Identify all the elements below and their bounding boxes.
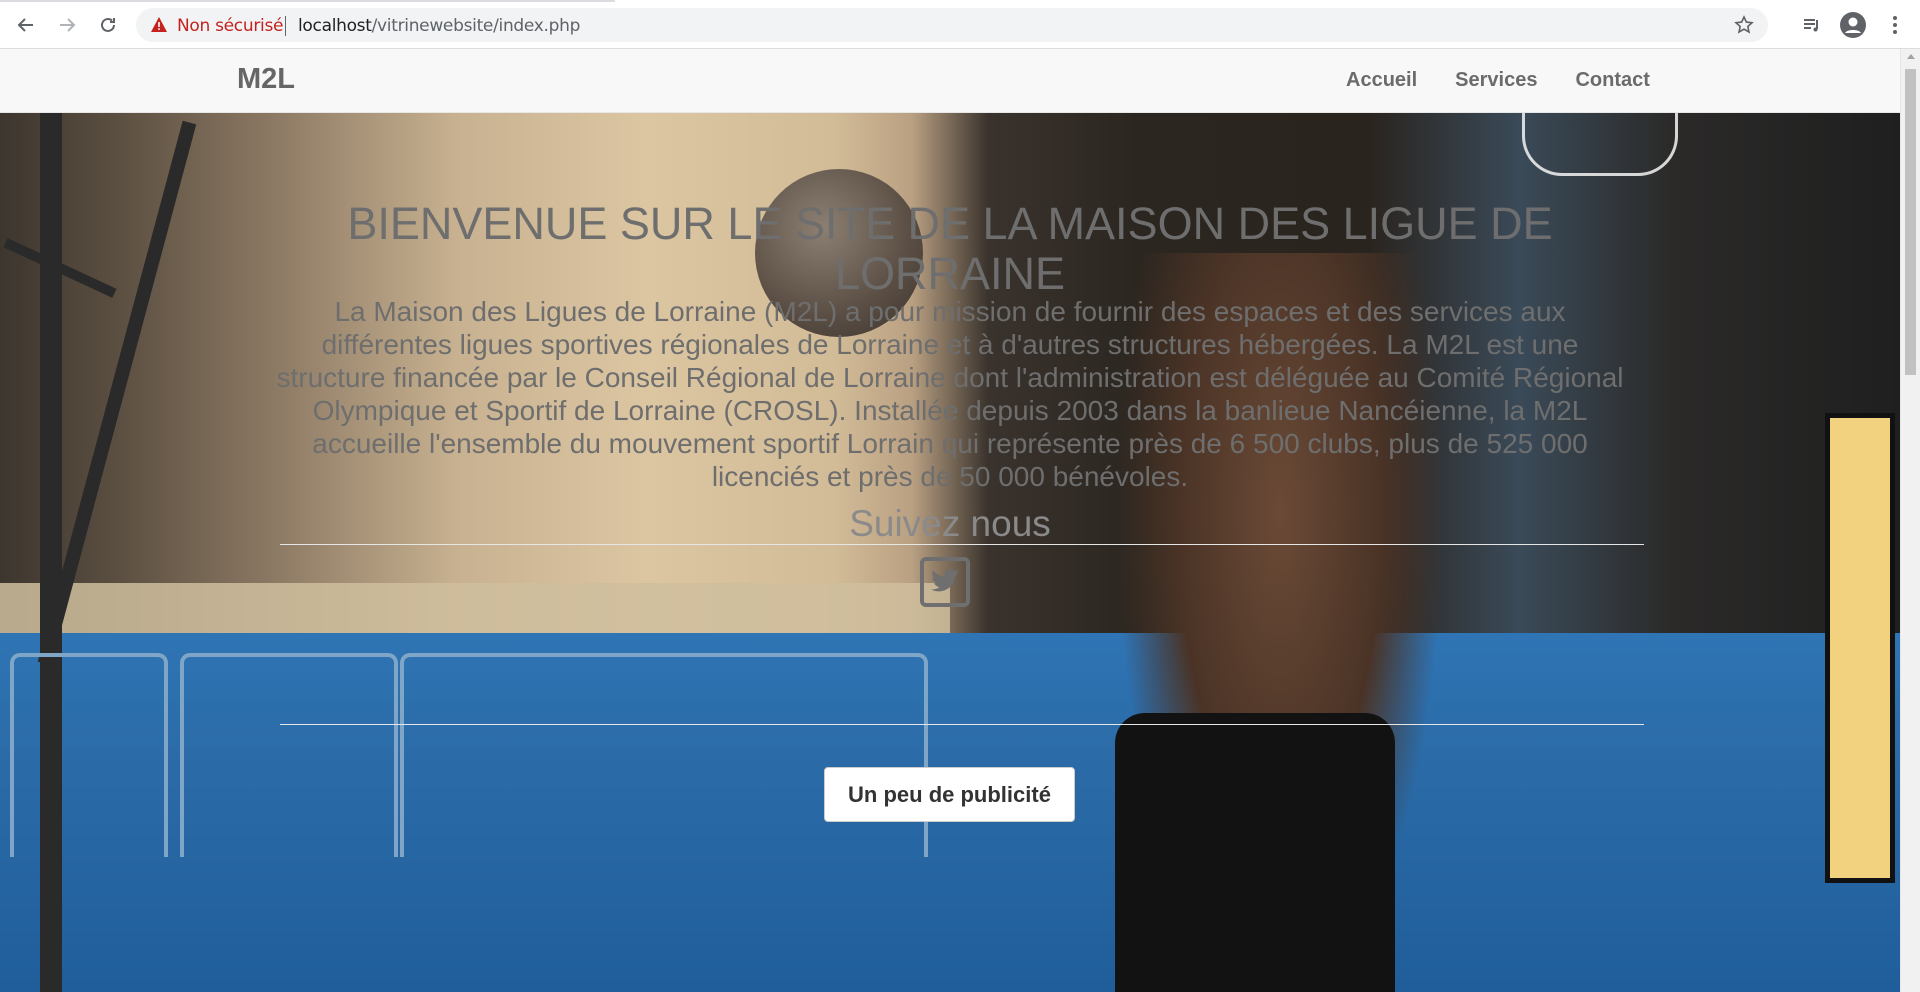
advertising-button[interactable]: Un peu de publicité [824,767,1075,822]
back-arrow-icon [17,18,33,32]
hero-headline: BIENVENUE SUR LE SITE DE LA MAISON DES L… [347,198,1553,299]
site-menu: Accueil Services Contact [1346,69,1650,92]
playlist-icon [1804,19,1818,32]
hero-section: BIENVENUE SUR LE SITE DE LA MAISON DES L… [0,113,1900,992]
twitter-icon [931,569,959,592]
hero-intro-text: La Maison des Ligues de Lorraine (M2L) a… [276,296,1624,492]
scroll-up-arrow-icon[interactable] [1907,54,1915,59]
warning-triangle-icon [151,17,167,32]
forward-arrow-icon [60,18,76,32]
profile-button[interactable] [1838,10,1868,40]
twitter-link[interactable] [920,557,970,607]
hero-content: BIENVENUE SUR LE SITE DE LA MAISON DES L… [0,113,1900,992]
omnibox-divider [285,16,286,36]
forward-button[interactable] [53,11,81,39]
account-circle-icon [1840,12,1866,38]
tab-strip-edge [0,0,615,2]
bookmark-star-icon[interactable] [1734,15,1754,35]
address-bar[interactable]: Non sécurisé localhost/vitrinewebsite/in… [136,8,1768,42]
nav-link-services[interactable]: Services [1455,69,1537,92]
browser-menu-button[interactable] [1880,10,1910,40]
url-text[interactable]: localhost/vitrinewebsite/index.php [298,16,580,36]
browser-toolbar: Non sécurisé localhost/vitrinewebsite/in… [0,0,1920,49]
page-scrollbar[interactable] [1900,49,1920,992]
divider-bottom [280,724,1644,725]
back-button[interactable] [12,11,40,39]
reload-button[interactable] [94,11,122,39]
url-host: localhost [298,16,372,36]
follow-us-heading: Suivez nous [849,503,1051,544]
scrollbar-thumb[interactable] [1905,69,1916,375]
url-path: /vitrinewebsite/index.php [371,16,581,36]
kebab-menu-icon [1893,16,1897,34]
site-navbar: M2L Accueil Services Contact [0,49,1900,113]
nav-link-contact[interactable]: Contact [1575,69,1649,92]
site-brand[interactable]: M2L [237,63,295,96]
nav-link-accueil[interactable]: Accueil [1346,69,1417,92]
media-control-button[interactable] [1797,10,1827,40]
security-status-label[interactable]: Non sécurisé [177,16,283,36]
page-viewport: M2L Accueil Services Contact BIENVENUE S… [0,49,1900,992]
reload-icon [101,17,115,32]
